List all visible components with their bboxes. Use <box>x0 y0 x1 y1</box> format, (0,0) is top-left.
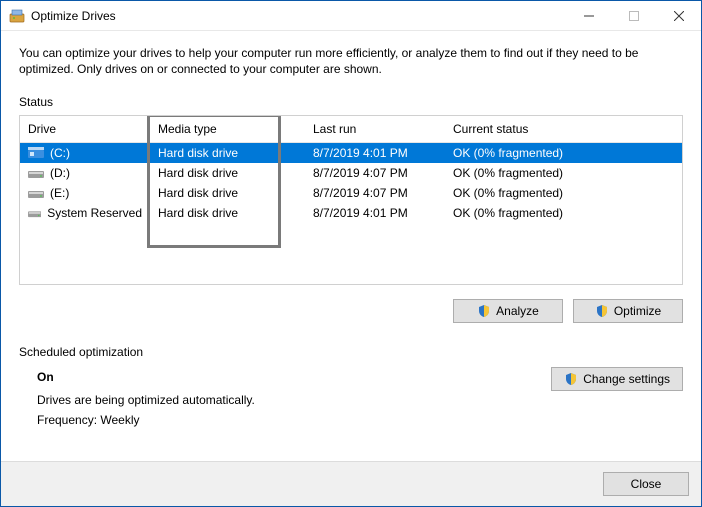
schedule-label: Scheduled optimization <box>19 345 683 359</box>
schedule-text: On Drives are being optimized automatica… <box>19 367 255 430</box>
optimize-label: Optimize <box>614 304 661 318</box>
drive-icon <box>28 187 44 199</box>
drive-name: (E:) <box>50 186 69 200</box>
drive-media: Hard disk drive <box>150 163 305 183</box>
shield-icon <box>595 304 609 318</box>
maximize-button[interactable] <box>611 1 656 30</box>
drive-last-run: 8/7/2019 4:01 PM <box>305 203 445 223</box>
col-header-media[interactable]: Media type <box>150 116 305 143</box>
drive-icon <box>28 167 44 179</box>
window-controls <box>566 1 701 30</box>
drives-list-box: Drive Media type Last run Current status… <box>19 115 683 285</box>
drive-status: OK (0% fragmented) <box>445 143 682 164</box>
window-title: Optimize Drives <box>31 9 566 23</box>
optimize-drives-window: Optimize Drives You can optimize your dr… <box>0 0 702 507</box>
drive-name: System Reserved <box>47 206 142 220</box>
intro-text: You can optimize your drives to help you… <box>19 45 683 77</box>
change-settings-button[interactable]: Change settings <box>551 367 683 391</box>
close-window-button[interactable] <box>656 1 701 30</box>
content-area: You can optimize your drives to help you… <box>1 31 701 461</box>
table-header-row[interactable]: Drive Media type Last run Current status <box>20 116 682 143</box>
drive-name: (D:) <box>50 166 70 180</box>
schedule-freq: Frequency: Weekly <box>37 410 255 430</box>
analyze-button[interactable]: Analyze <box>453 299 563 323</box>
col-header-last[interactable]: Last run <box>305 116 445 143</box>
shield-icon <box>564 372 578 386</box>
drive-status: OK (0% fragmented) <box>445 203 682 223</box>
change-settings-label: Change settings <box>583 372 670 386</box>
drives-table: Drive Media type Last run Current status… <box>20 116 682 223</box>
schedule-state: On <box>37 367 255 387</box>
col-header-drive[interactable]: Drive <box>20 116 150 143</box>
drive-icon <box>28 207 41 219</box>
close-label: Close <box>631 477 662 491</box>
drive-status: OK (0% fragmented) <box>445 183 682 203</box>
drive-status: OK (0% fragmented) <box>445 163 682 183</box>
drive-last-run: 8/7/2019 4:01 PM <box>305 143 445 164</box>
col-header-status[interactable]: Current status <box>445 116 682 143</box>
action-buttons: Analyze Optimize <box>19 299 683 323</box>
drive-media: Hard disk drive <box>150 143 305 164</box>
optimize-button[interactable]: Optimize <box>573 299 683 323</box>
footer: Close <box>1 461 701 506</box>
schedule-desc: Drives are being optimized automatically… <box>37 390 255 410</box>
drive-media: Hard disk drive <box>150 203 305 223</box>
table-row[interactable]: (C:) Hard disk drive8/7/2019 4:01 PMOK (0… <box>20 143 682 164</box>
drive-media: Hard disk drive <box>150 183 305 203</box>
shield-icon <box>477 304 491 318</box>
analyze-label: Analyze <box>496 304 539 318</box>
status-label: Status <box>19 95 683 109</box>
drive-name: (C:) <box>50 146 70 160</box>
table-row[interactable]: System Reserved Hard disk drive8/7/2019 4… <box>20 203 682 223</box>
minimize-button[interactable] <box>566 1 611 30</box>
drive-last-run: 8/7/2019 4:07 PM <box>305 183 445 203</box>
app-icon <box>9 8 25 24</box>
drive-icon <box>28 147 44 159</box>
table-row[interactable]: (D:) Hard disk drive8/7/2019 4:07 PMOK (0… <box>20 163 682 183</box>
schedule-section: Scheduled optimization On Drives are bei… <box>19 345 683 430</box>
drive-last-run: 8/7/2019 4:07 PM <box>305 163 445 183</box>
titlebar: Optimize Drives <box>1 1 701 31</box>
close-button[interactable]: Close <box>603 472 689 496</box>
table-row[interactable]: (E:) Hard disk drive8/7/2019 4:07 PMOK (0… <box>20 183 682 203</box>
